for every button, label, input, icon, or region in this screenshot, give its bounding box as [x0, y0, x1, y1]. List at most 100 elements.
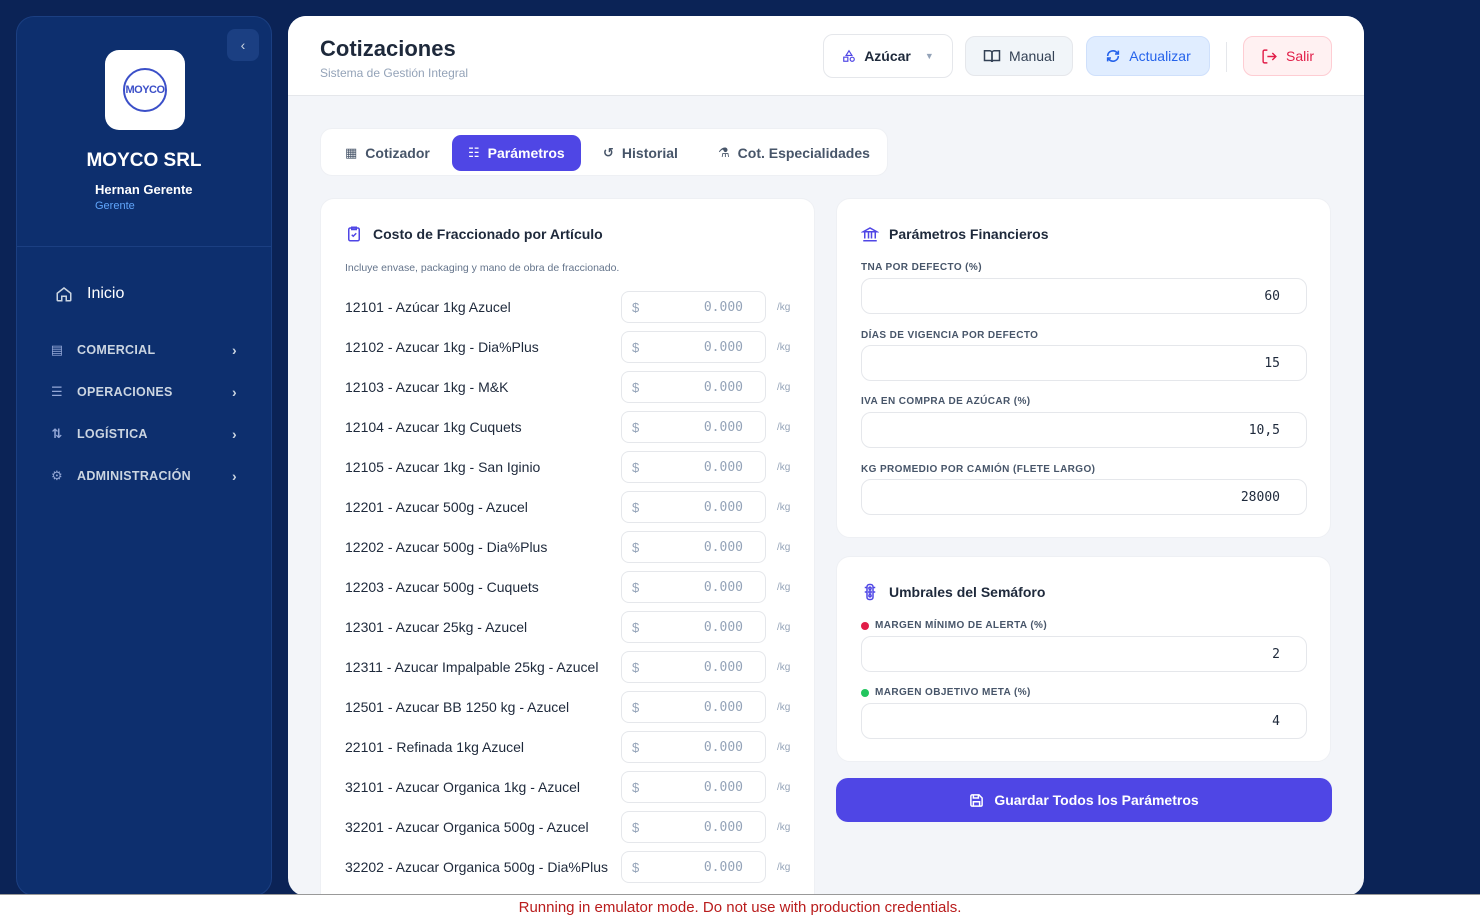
unit-label: /kg: [777, 742, 791, 753]
cost-input[interactable]: $0.000: [621, 331, 766, 363]
unit-label: /kg: [777, 702, 791, 713]
chevron-right-icon: ›: [232, 468, 237, 484]
cost-input[interactable]: $0.000: [621, 451, 766, 483]
store-icon: ▤: [50, 342, 64, 357]
cost-input[interactable]: $0.000: [621, 571, 766, 603]
margen-minimo-input[interactable]: 2: [861, 636, 1307, 672]
margen-minimo-value: 2: [1272, 647, 1280, 662]
tna-input[interactable]: 60: [861, 278, 1307, 314]
fraccionado-row: 32202 - Azucar Organica 500g - Dia%Plus $…: [345, 851, 795, 883]
calculator-icon: ▦: [345, 145, 358, 160]
cost-placeholder: 0.000: [703, 380, 743, 395]
tab-cotizador[interactable]: ▦ Cotizador: [329, 135, 446, 171]
cost-input[interactable]: $0.000: [621, 771, 766, 803]
unit-label: /kg: [777, 542, 791, 553]
currency-symbol: $: [632, 500, 640, 515]
product-select[interactable]: Azúcar ▼: [823, 34, 953, 78]
unit-label: /kg: [777, 582, 791, 593]
cost-input[interactable]: $0.000: [621, 491, 766, 523]
article-name: 32201 - Azucar Organica 500g - Azucel: [345, 819, 589, 835]
article-name: 12301 - Azucar 25kg - Azucel: [345, 619, 528, 635]
margen-objetivo-text: MARGEN OBJETIVO META (%): [875, 687, 1031, 698]
tab-parametros[interactable]: ☷ Parámetros: [452, 135, 581, 171]
unit-label: /kg: [777, 622, 791, 633]
tna-label: TNA POR DEFECTO (%): [861, 262, 982, 273]
vigencia-input[interactable]: 15: [861, 345, 1307, 381]
fraccionado-row: 12203 - Azucar 500g - Cuquets $0.000/kg: [345, 571, 795, 603]
cost-input[interactable]: $0.000: [621, 371, 766, 403]
tab-cot-especialidades[interactable]: ⚗ Cot. Especialidades: [702, 135, 886, 171]
margen-minimo-label: MARGEN MÍNIMO DE ALERTA (%): [861, 620, 1047, 631]
financieros-card: Parámetros Financieros TNA POR DEFECTO (…: [836, 198, 1331, 538]
sidebar-item-inicio[interactable]: Inicio: [55, 285, 124, 303]
sidebar-item-operaciones[interactable]: ☰ OPERACIONES ›: [49, 384, 237, 400]
refresh-button[interactable]: Actualizar: [1086, 36, 1210, 76]
fraccionado-row: 32201 - Azucar Organica 500g - Azucel $0.…: [345, 811, 795, 843]
cost-placeholder: 0.000: [703, 620, 743, 635]
cost-placeholder: 0.000: [703, 860, 743, 875]
chevron-left-icon: ‹: [240, 37, 246, 53]
fraccionado-title: Costo de Fraccionado por Artículo: [345, 225, 603, 243]
margen-objetivo-input[interactable]: 4: [861, 703, 1307, 739]
sidebar-item-comercial[interactable]: ▤ COMERCIAL ›: [49, 342, 237, 358]
stack-icon: ☰: [51, 384, 63, 399]
logout-button-label: Salir: [1285, 48, 1314, 64]
cost-placeholder: 0.000: [703, 340, 743, 355]
book-icon: [983, 50, 1001, 63]
cost-input[interactable]: $0.000: [621, 651, 766, 683]
semaforo-title: Umbrales del Semáforo: [861, 583, 1045, 601]
card-title-text: Costo de Fraccionado por Artículo: [373, 226, 603, 242]
article-name: 12105 - Azucar 1kg - San Iginio: [345, 459, 541, 475]
cost-input[interactable]: $0.000: [621, 691, 766, 723]
tab-label: Cot. Especialidades: [737, 145, 870, 161]
product-select-value: Azúcar: [864, 48, 911, 64]
fraccionado-row: 12101 - Azúcar 1kg Azucel $0.000/kg: [345, 291, 795, 323]
cost-input[interactable]: $0.000: [621, 291, 766, 323]
page-title: Cotizaciones: [320, 36, 456, 61]
cost-input[interactable]: $0.000: [621, 411, 766, 443]
sidebar-item-logistica[interactable]: ⇅ LOGÍSTICA ›: [49, 426, 237, 442]
sidebar-item-label: OPERACIONES: [77, 385, 173, 399]
kg-camion-input[interactable]: 28000: [861, 479, 1307, 515]
currency-symbol: $: [632, 700, 640, 715]
cost-input[interactable]: $0.000: [621, 811, 766, 843]
fraccionado-row: 12311 - Azucar Impalpable 25kg - Azucel $…: [345, 651, 795, 683]
tab-label: Parámetros: [487, 145, 565, 161]
cost-input[interactable]: $0.000: [621, 851, 766, 883]
manual-button[interactable]: Manual: [965, 36, 1073, 76]
sidebar-collapse-button[interactable]: ‹: [227, 29, 259, 61]
tab-historial[interactable]: ↺ Historial: [587, 135, 694, 171]
sidebar-item-label: LOGÍSTICA: [77, 427, 148, 441]
cost-input[interactable]: $0.000: [621, 611, 766, 643]
fraccionado-row: 12104 - Azucar 1kg Cuquets $0.000/kg: [345, 411, 795, 443]
currency-symbol: $: [632, 300, 640, 315]
vigencia-label: DÍAS DE VIGENCIA POR DEFECTO: [861, 330, 1039, 341]
sidebar-item-label: ADMINISTRACIÓN: [77, 469, 191, 483]
logout-button[interactable]: Salir: [1243, 36, 1332, 76]
cost-placeholder: 0.000: [703, 300, 743, 315]
sidebar-divider: [17, 246, 271, 247]
tab-label: Historial: [621, 145, 678, 161]
logo-text: MOYCO: [123, 68, 167, 112]
clipboard-check-icon: [348, 226, 360, 242]
sidebar-item-administracion[interactable]: ⚙ ADMINISTRACIÓN ›: [49, 468, 237, 484]
flask-icon: ⚗: [718, 145, 730, 160]
card-title-text: Umbrales del Semáforo: [889, 584, 1046, 600]
article-name: 22101 - Refinada 1kg Azucel: [345, 739, 525, 755]
article-name: 12201 - Azucar 500g - Azucel: [345, 499, 528, 515]
header: Cotizaciones Sistema de Gestión Integral…: [288, 16, 1364, 96]
save-all-button[interactable]: Guardar Todos los Parámetros: [836, 778, 1332, 822]
company-logo: MOYCO: [105, 50, 185, 130]
cost-input[interactable]: $0.000: [621, 531, 766, 563]
fraccionado-row: 32101 - Azucar Organica 1kg - Azucel $0.0…: [345, 771, 795, 803]
cost-placeholder: 0.000: [703, 580, 743, 595]
toolbar-separator: [1226, 42, 1227, 72]
financieros-title: Parámetros Financieros: [861, 225, 1049, 243]
unit-label: /kg: [777, 422, 791, 433]
unit-label: /kg: [777, 662, 791, 673]
emulator-notice: Running in emulator mode. Do not use wit…: [0, 894, 1480, 920]
fraccionado-row: 12103 - Azucar 1kg - M&K $0.000/kg: [345, 371, 795, 403]
cost-input[interactable]: $0.000: [621, 731, 766, 763]
cost-placeholder: 0.000: [703, 780, 743, 795]
iva-input[interactable]: 10,5: [861, 412, 1307, 448]
